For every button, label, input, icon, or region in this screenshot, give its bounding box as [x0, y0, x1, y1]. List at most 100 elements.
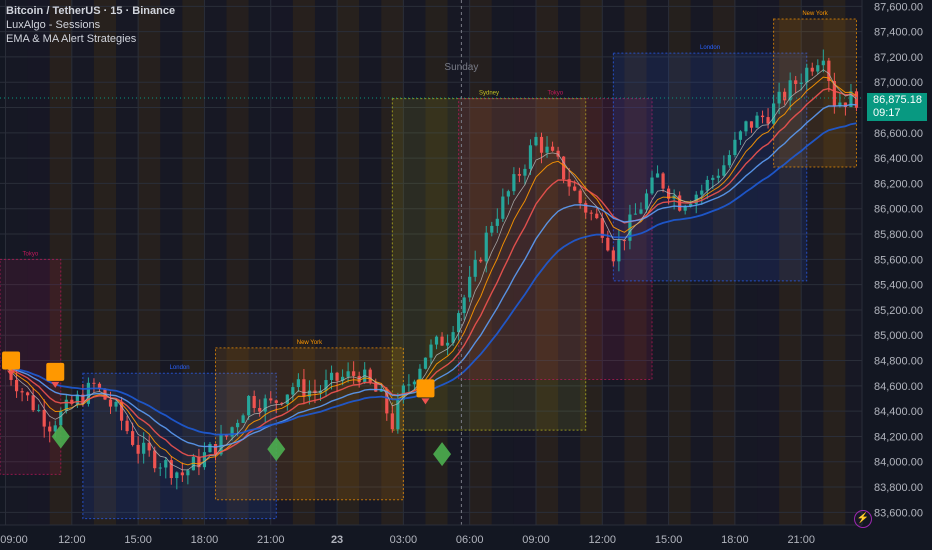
indicator-sessions[interactable]: LuxAlgo - Sessions — [6, 18, 175, 32]
session-box — [215, 347, 404, 501]
indicator-ema-ma[interactable]: EMA & MA Alert Strategies — [6, 32, 175, 46]
candle — [468, 276, 472, 298]
candle — [716, 175, 720, 178]
candle — [749, 121, 754, 128]
price-tick-label: 85,600.00 — [874, 254, 923, 266]
price-tick-label: 84,400.00 — [874, 406, 923, 418]
candle — [20, 391, 24, 393]
price-tick-label: 84,000.00 — [874, 457, 923, 469]
candle — [142, 442, 146, 454]
price-tick-label: 85,000.00 — [874, 330, 923, 342]
candle — [114, 401, 118, 407]
session-label: London — [700, 45, 720, 51]
price-tick-label: 86,200.00 — [874, 178, 923, 190]
time-tick-label: 21:00 — [257, 534, 285, 546]
candle — [733, 139, 737, 156]
chart-legend: Bitcoin / TetherUS · 15 · Binance LuxAlg… — [6, 4, 175, 46]
candle — [705, 179, 709, 191]
candle — [755, 115, 759, 128]
candle — [59, 410, 63, 426]
candle — [457, 313, 461, 333]
candle — [346, 371, 350, 377]
candle — [573, 186, 577, 191]
price-tick-label: 84,200.00 — [874, 431, 923, 443]
candle — [506, 191, 510, 197]
time-tick-label: 18:00 — [191, 534, 219, 546]
candle — [390, 413, 394, 430]
candle — [661, 173, 665, 189]
candle — [186, 470, 190, 476]
lightning-icon[interactable]: ⚡ — [854, 510, 872, 528]
candle — [48, 426, 52, 432]
candle — [241, 415, 245, 423]
candle — [92, 382, 96, 384]
session-label: New York — [297, 340, 323, 346]
candle — [606, 237, 610, 251]
candle — [164, 460, 168, 468]
candle — [258, 407, 262, 412]
candle — [783, 91, 787, 101]
candle — [711, 177, 715, 180]
last-price-tag: 86,875.18 09:17 — [867, 93, 927, 121]
price-tick-label: 84,800.00 — [874, 356, 923, 368]
symbol-title[interactable]: Bitcoin / TetherUS · 15 · Binance — [6, 4, 175, 18]
candle — [821, 60, 825, 66]
candle — [655, 173, 660, 178]
time-tick-label: 15:00 — [124, 534, 152, 546]
candle — [550, 146, 555, 151]
price-tick-label: 87,600.00 — [874, 1, 923, 13]
candle — [794, 80, 798, 84]
candle — [545, 146, 549, 153]
candle — [407, 384, 411, 386]
candle — [202, 452, 207, 468]
candle — [252, 395, 256, 408]
price-tick-label: 86,600.00 — [874, 128, 923, 140]
candle — [247, 395, 251, 416]
candle — [274, 400, 278, 403]
candle — [810, 67, 814, 72]
sell-signal-box — [2, 351, 21, 370]
price-tick-label: 85,800.00 — [874, 229, 923, 241]
candle — [589, 212, 593, 214]
candle — [528, 145, 533, 169]
candle — [31, 395, 35, 411]
session-label: Tokyo — [23, 251, 39, 257]
time-tick-label: 03:00 — [390, 534, 418, 546]
candle — [368, 369, 372, 383]
candle — [722, 165, 726, 176]
price-tick-label: 86,000.00 — [874, 204, 923, 216]
price-tick-label: 84,600.00 — [874, 381, 923, 393]
time-tick-label: 12:00 — [589, 534, 617, 546]
candle — [434, 336, 439, 345]
time-tick-label: 18:00 — [721, 534, 749, 546]
candle — [136, 444, 140, 454]
candle — [595, 213, 599, 219]
price-chart[interactable]: Tokyo London New York Sydney Tokyo London New … — [0, 0, 932, 550]
candle — [562, 156, 566, 180]
candle — [269, 398, 273, 401]
candle — [611, 250, 615, 262]
price-tick-label: 85,400.00 — [874, 280, 923, 292]
candle — [285, 394, 289, 404]
candle — [523, 168, 527, 176]
candle — [766, 117, 770, 124]
candle — [153, 450, 157, 469]
candle — [495, 218, 499, 226]
price-tick-label: 85,200.00 — [874, 305, 923, 317]
candle — [744, 121, 748, 132]
candle — [440, 336, 444, 346]
price-tick-label: 83,800.00 — [874, 482, 923, 494]
candle — [700, 190, 704, 195]
candle — [473, 259, 477, 277]
time-tick-label: 12:00 — [58, 534, 86, 546]
candle — [42, 409, 46, 427]
candle — [727, 155, 731, 166]
candle — [639, 209, 643, 214]
candle — [208, 443, 212, 453]
candle — [650, 177, 654, 194]
candle — [484, 232, 488, 262]
price-tick-label: 87,000.00 — [874, 77, 923, 89]
candle — [644, 193, 649, 210]
candle — [479, 259, 483, 262]
candle — [329, 372, 334, 381]
